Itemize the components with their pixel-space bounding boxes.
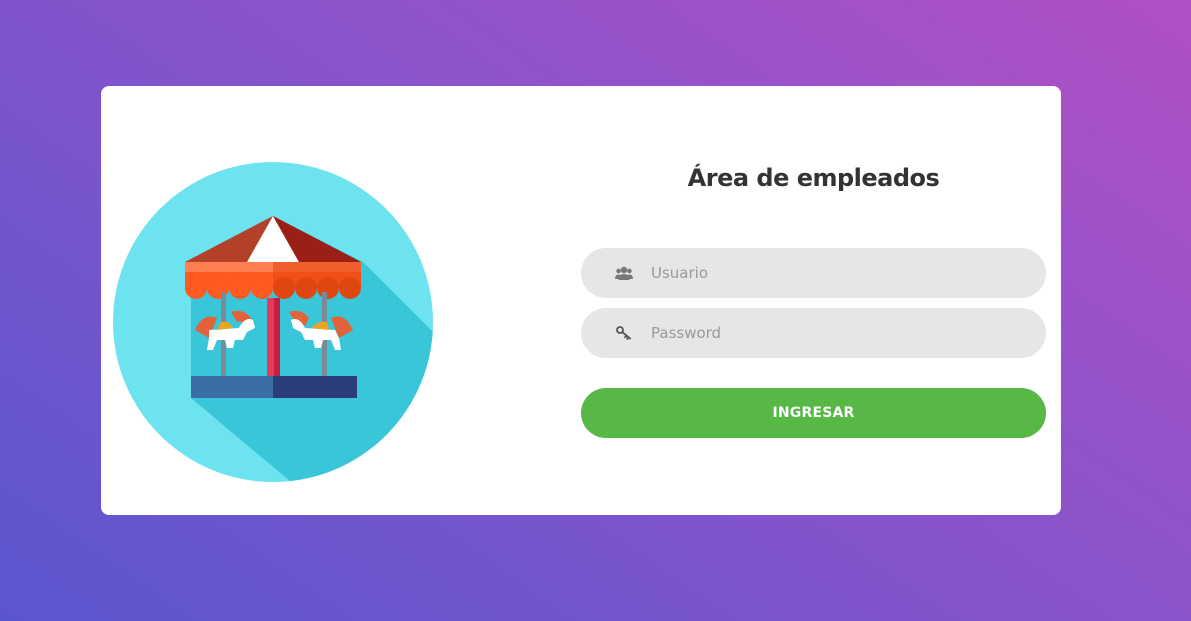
login-form: Área de empleados Usuario INGRESAR	[581, 86, 1046, 515]
key-icon	[614, 323, 634, 343]
password-field[interactable]	[581, 308, 1046, 358]
login-button[interactable]: INGRESAR	[581, 388, 1046, 438]
username-input[interactable]	[649, 252, 1023, 294]
login-card: Área de empleados Usuario INGRESAR	[101, 86, 1061, 515]
username-field[interactable]	[581, 248, 1046, 298]
carousel-icon	[113, 162, 433, 482]
page-title: Área de empleados	[687, 164, 940, 192]
password-input[interactable]	[649, 312, 1023, 354]
users-icon	[614, 263, 634, 283]
